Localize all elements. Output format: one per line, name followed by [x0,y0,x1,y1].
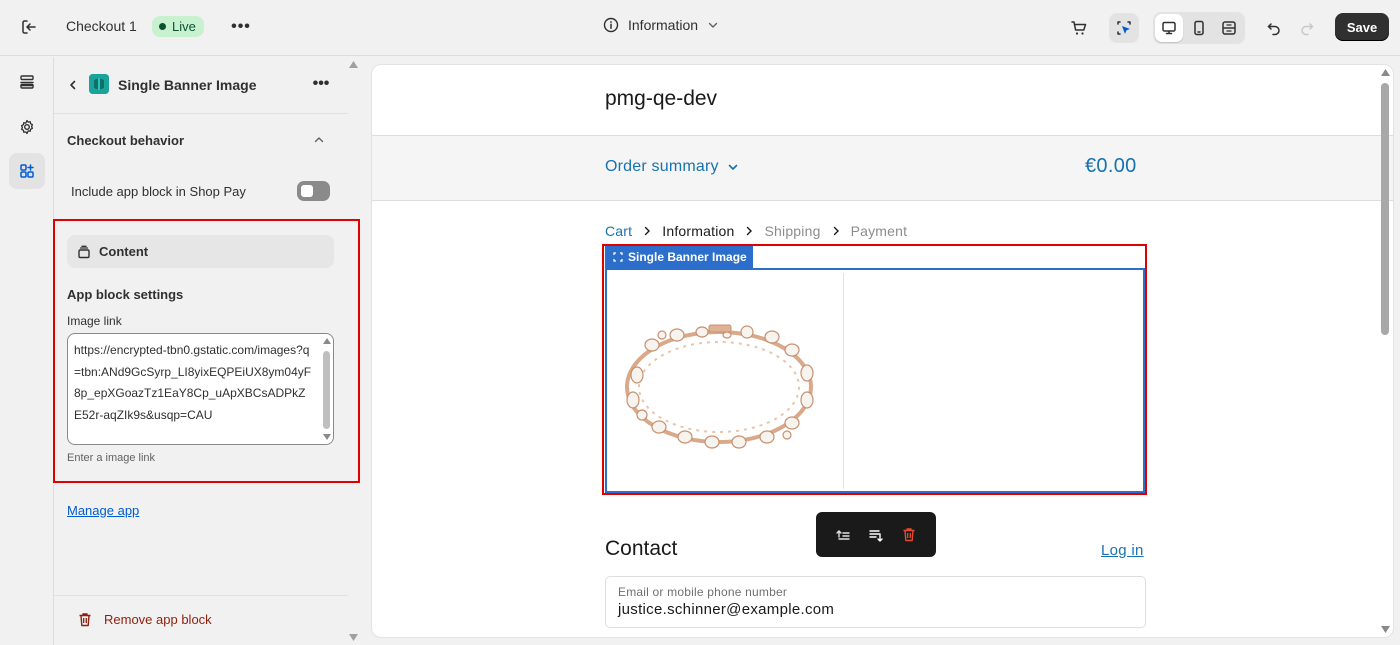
shop-pay-toggle[interactable] [297,181,330,201]
panel-scrollbar[interactable] [347,57,361,645]
status-label: Live [172,19,196,34]
exit-icon[interactable] [18,16,40,38]
content-label: Content [99,244,149,259]
preview-scrollbar[interactable] [1378,65,1393,637]
save-button[interactable]: Save [1335,13,1389,41]
chevron-up-icon[interactable] [310,131,328,149]
move-up-icon[interactable] [831,523,855,547]
preview-scroll-thumb[interactable] [1381,83,1389,335]
content-icon [78,245,90,258]
page-selector-label: Information [628,17,699,33]
chevron-down-icon [728,164,738,170]
checkout-title: Checkout 1 [66,18,137,34]
highlight-box [602,244,1147,495]
trash-icon [79,613,91,627]
email-field[interactable]: Email or mobile phone number justice.sch… [605,576,1146,628]
image-link-help: Enter a image link [67,452,156,464]
content-section-chip[interactable]: Content [67,235,334,268]
breadcrumb-shipping: Shipping [764,223,821,239]
panel-title: Single Banner Image [118,77,257,93]
shop-pay-label: Include app block in Shop Pay [71,184,246,199]
apps-icon[interactable] [9,153,45,189]
cart-preview-icon[interactable] [1064,13,1094,43]
remove-app-block-button[interactable]: Remove app block [78,612,212,627]
image-link-label: Image link [67,314,122,328]
textarea-scroll-thumb[interactable] [323,351,330,429]
chevron-right-icon [645,226,651,236]
remove-label: Remove app block [104,612,212,627]
left-rail [0,57,54,645]
login-link[interactable]: Log in [1101,542,1144,559]
textarea-scrollbar[interactable] [320,334,333,444]
checkout-preview: pmg-qe-dev Order summary €0.00 Cart Info… [371,64,1394,638]
status-dot-icon [159,23,166,30]
undo-icon[interactable] [1259,13,1289,43]
back-icon[interactable] [64,74,82,96]
inspector-icon[interactable] [1109,13,1139,43]
breadcrumb-information: Information [662,223,735,239]
status-badge: Live [152,16,204,37]
breadcrumb: Cart Information Shipping Payment [605,223,907,239]
app-logo-icon [89,74,109,94]
chevron-down-icon [708,22,718,28]
sections-icon[interactable] [9,64,45,100]
email-field-label: Email or mobile phone number [618,585,788,599]
settings-icon[interactable] [9,109,45,145]
shop-name: pmg-qe-dev [605,87,718,110]
order-summary-label: Order summary [605,158,719,175]
manage-app-link[interactable]: Manage app [67,503,139,518]
mobile-view-icon[interactable] [1185,14,1213,42]
panel-more-button[interactable]: ••• [310,73,332,95]
page-selector[interactable]: Information [603,17,719,33]
breadcrumb-cart[interactable]: Cart [605,223,632,239]
app-block-settings-title: App block settings [67,287,184,302]
chevron-right-icon [747,226,753,236]
redo-icon[interactable] [1292,13,1322,43]
section-title: Checkout behavior [67,133,185,148]
image-link-field[interactable]: https://encrypted-tbn0.gstatic.com/image… [67,333,334,445]
panel-header: Single Banner Image ••• [54,57,348,114]
chevron-right-icon [833,226,839,236]
order-summary-bar [372,135,1393,201]
view-toggle-group [1153,12,1245,44]
email-field-value: justice.schinner@example.com [618,601,835,618]
fullscreen-view-icon[interactable] [1215,14,1243,42]
contact-title: Contact [605,537,678,560]
block-toolbar [816,512,936,557]
delete-icon[interactable] [897,523,921,547]
toggle-knob [301,185,313,197]
more-actions-button[interactable]: ••• [230,16,252,38]
order-total: €0.00 [1085,155,1137,177]
order-summary-toggle[interactable]: Order summary [605,158,739,176]
top-bar: Checkout 1 Live ••• Information Save [0,0,1400,56]
breadcrumb-payment: Payment [850,223,908,239]
desktop-view-icon[interactable] [1155,14,1183,42]
move-down-icon[interactable] [864,523,888,547]
info-icon [603,17,619,33]
